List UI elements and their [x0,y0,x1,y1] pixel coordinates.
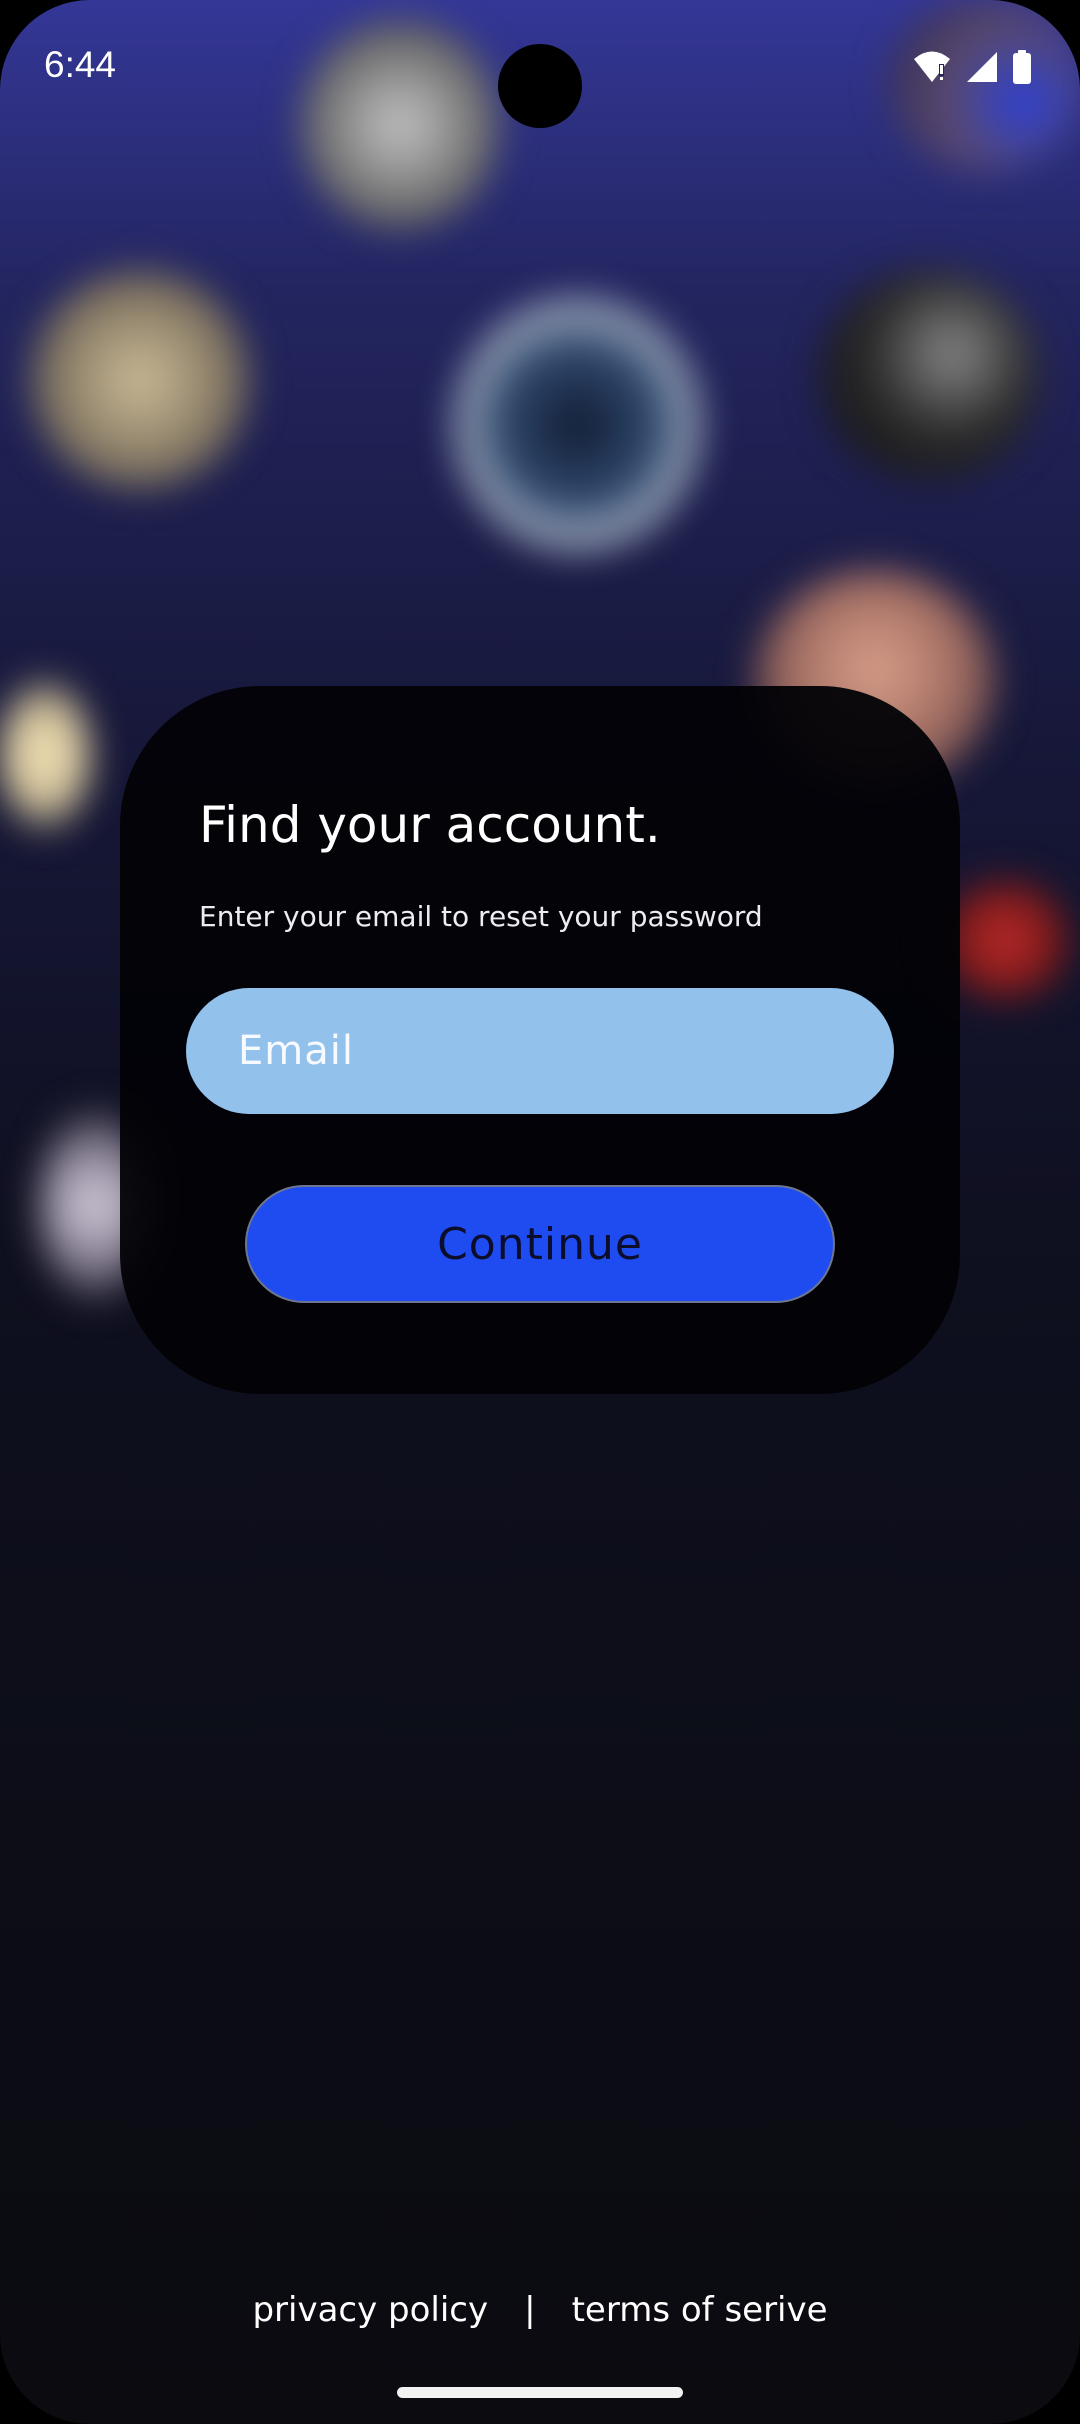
terms-of-service-link[interactable]: terms of serive [572,2290,828,2330]
find-account-card: Find your account. Enter your email to r… [120,686,960,1394]
app-screen: 6:44 Find your account. Enter your email… [0,0,1080,2424]
background-avatar [820,270,1040,480]
footer-links: privacy policy | terms of serive [0,2290,1080,2330]
card-subtitle: Enter your email to reset your password [199,900,763,933]
background-avatar [455,300,700,550]
home-indicator[interactable] [397,2387,683,2398]
background-avatar [0,680,90,830]
wifi-alert-icon [912,50,952,89]
status-bar: 6:44 [0,0,1080,140]
card-title: Find your account. [199,796,661,854]
front-camera-cutout [498,44,582,128]
background-avatar [30,270,250,490]
status-icons [912,50,1032,89]
cellular-signal-icon [966,51,998,88]
footer-separator: | [524,2290,536,2330]
continue-button[interactable]: Continue [245,1185,835,1303]
privacy-policy-link[interactable]: privacy policy [252,2290,488,2330]
battery-icon [1012,50,1032,89]
status-time: 6:44 [44,44,117,85]
email-field[interactable] [186,988,894,1114]
